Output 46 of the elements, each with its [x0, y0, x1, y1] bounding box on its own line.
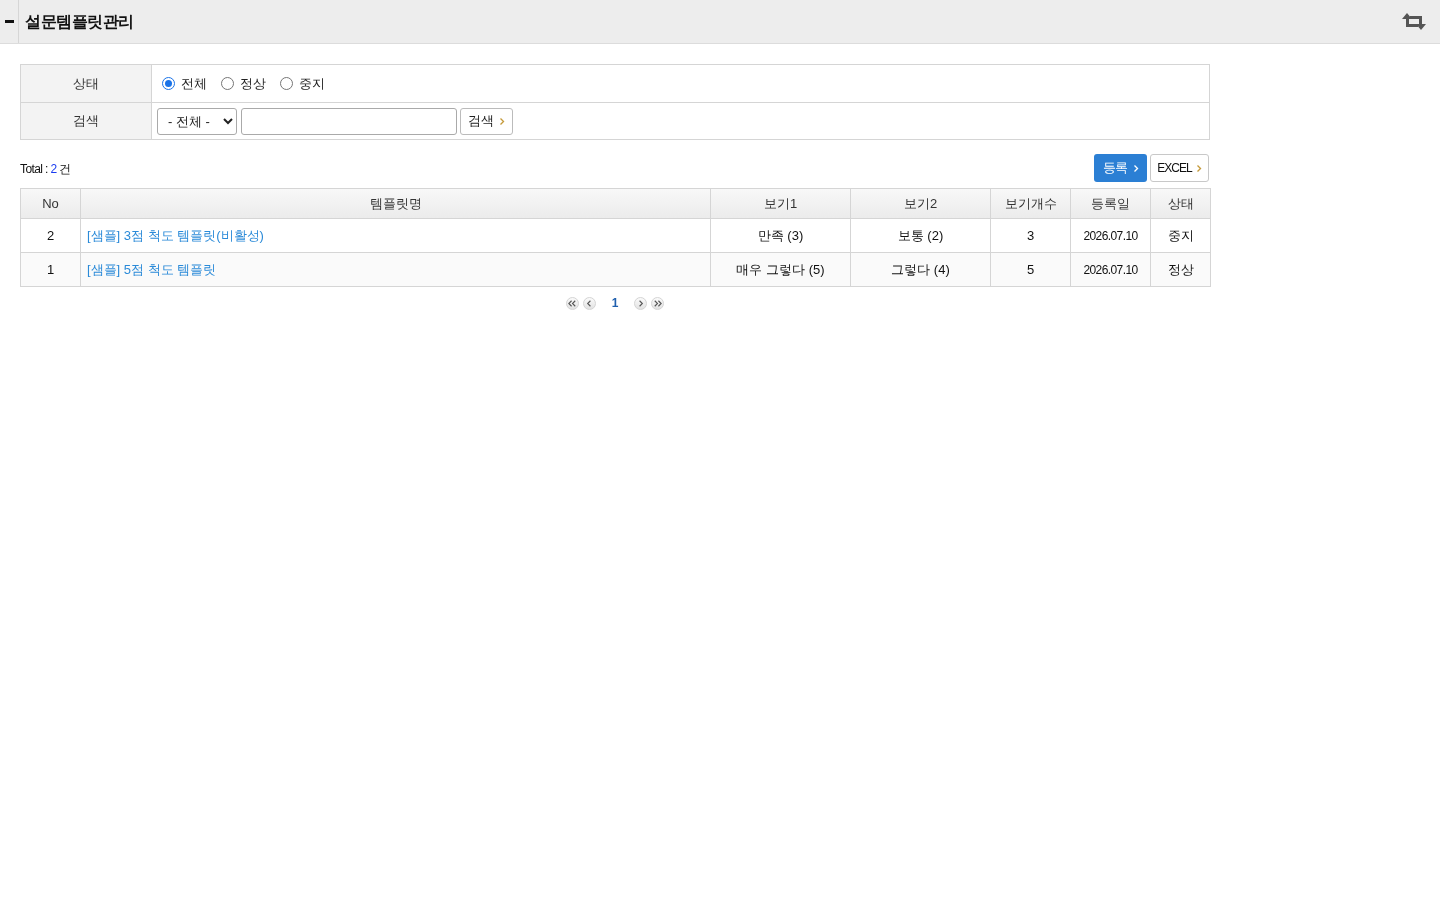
- column-header: No: [20, 188, 81, 219]
- chevron-right-icon: [499, 116, 505, 126]
- status-label: 상태: [21, 65, 152, 102]
- column-header: 보기개수: [990, 188, 1071, 219]
- excel-button[interactable]: EXCEL: [1150, 154, 1209, 182]
- table-cell: 2026.07.10: [1070, 218, 1151, 253]
- status-option-label[interactable]: 전체: [181, 73, 207, 94]
- table-cell: 보통 (2): [850, 218, 991, 253]
- table-cell: 2026.07.10: [1070, 252, 1151, 287]
- page-number-link[interactable]: 1: [611, 294, 619, 312]
- refresh-icon[interactable]: [1402, 13, 1426, 30]
- register-button[interactable]: 등록: [1094, 154, 1147, 182]
- previous-page-button[interactable]: [582, 296, 596, 310]
- table-cell: 2: [20, 218, 81, 253]
- status-radio[interactable]: [280, 77, 293, 90]
- search-input[interactable]: [241, 107, 457, 135]
- status-radio[interactable]: [221, 77, 234, 90]
- column-header: 보기1: [710, 188, 851, 219]
- table-cell: 그렇다 (4): [850, 252, 991, 287]
- table-cell: 1: [20, 252, 81, 287]
- column-header: 등록일: [1070, 188, 1151, 219]
- table-cell: 만족 (3): [710, 218, 851, 253]
- total-count-text: Total : 2 건: [20, 161, 71, 178]
- template-name-link[interactable]: [샘플] 5점 척도 템플릿: [87, 261, 217, 277]
- status-option-label[interactable]: 정상: [240, 73, 266, 94]
- chevron-right-icon: [1132, 163, 1139, 173]
- last-page-button[interactable]: [651, 296, 665, 310]
- table-cell: 5: [990, 252, 1071, 287]
- status-option-label[interactable]: 중지: [299, 73, 325, 94]
- next-page-button[interactable]: [634, 296, 648, 310]
- first-page-button[interactable]: [565, 296, 579, 310]
- chevron-right-icon: [1195, 163, 1202, 173]
- table-cell: 중지: [1150, 218, 1211, 253]
- column-header: 상태: [1150, 188, 1211, 219]
- minus-icon[interactable]: [4, 20, 14, 23]
- column-header: 템플릿명: [80, 188, 711, 219]
- search-button[interactable]: 검색: [460, 107, 513, 135]
- table-cell: 매우 그렇다 (5): [710, 252, 851, 287]
- search-label: 검색: [21, 103, 152, 139]
- status-radio[interactable]: [162, 77, 175, 90]
- page-title: 설문템플릿관리: [25, 11, 134, 32]
- column-header: 보기2: [850, 188, 991, 219]
- table-cell: 3: [990, 218, 1071, 253]
- template-name-link[interactable]: [샘플] 3점 척도 템플릿(비활성): [87, 227, 264, 243]
- search-type-select[interactable]: - 전체 -: [157, 107, 237, 135]
- table-cell: 정상: [1150, 252, 1211, 287]
